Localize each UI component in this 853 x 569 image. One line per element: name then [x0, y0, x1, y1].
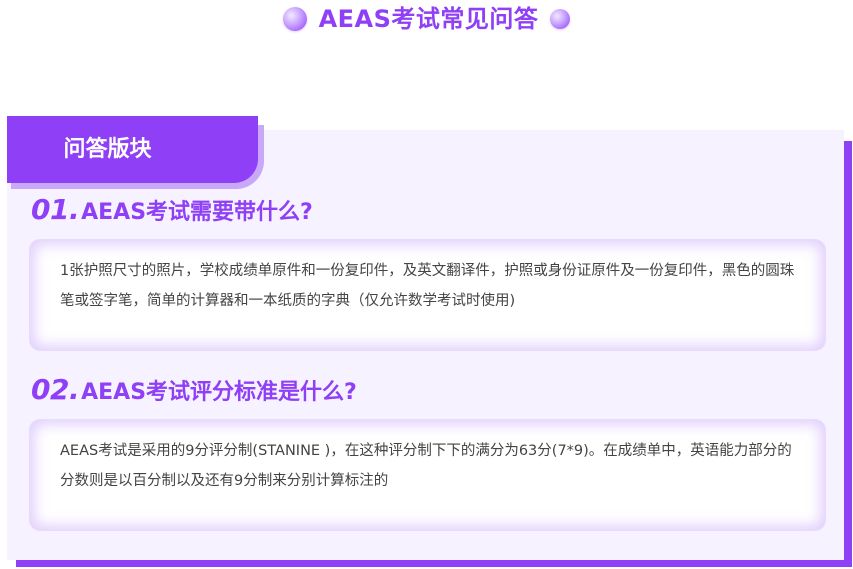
question-2-title: AEAS考试评分标准是什么? — [81, 380, 357, 405]
question-2-number: 02. — [31, 373, 80, 406]
section-tag: 问答版块 — [7, 116, 258, 183]
question-1-title: AEAS考试需要带什么? — [81, 200, 313, 225]
answer-1-text: 1张护照尺寸的照片，学校成绩单原件和一份复印件，及英文翻译件，护照或身份证原件及… — [60, 263, 795, 309]
answer-1-box: 1张护照尺寸的照片，学校成绩单原件和一份复印件，及英文翻译件，护照或身份证原件及… — [30, 240, 825, 350]
question-1-number: 01. — [31, 193, 80, 226]
question-1: 01. AEAS考试需要带什么? — [31, 192, 313, 231]
left-sphere-decoration — [282, 7, 307, 31]
question-2: 02. AEAS考试评分标准是什么? — [31, 372, 357, 411]
right-sphere-decoration — [550, 9, 571, 29]
section-tag-label: 问答版块 — [63, 136, 152, 162]
page-header: AEAS考试常见问答 — [0, 3, 853, 35]
answer-2-text: AEAS考试是采用的9分评分制(STANINE )，在这种评分制下下的满分为63… — [60, 443, 792, 489]
page-title: AEAS考试常见问答 — [318, 5, 539, 33]
answer-2-box: AEAS考试是采用的9分评分制(STANINE )，在这种评分制下下的满分为63… — [30, 420, 825, 530]
